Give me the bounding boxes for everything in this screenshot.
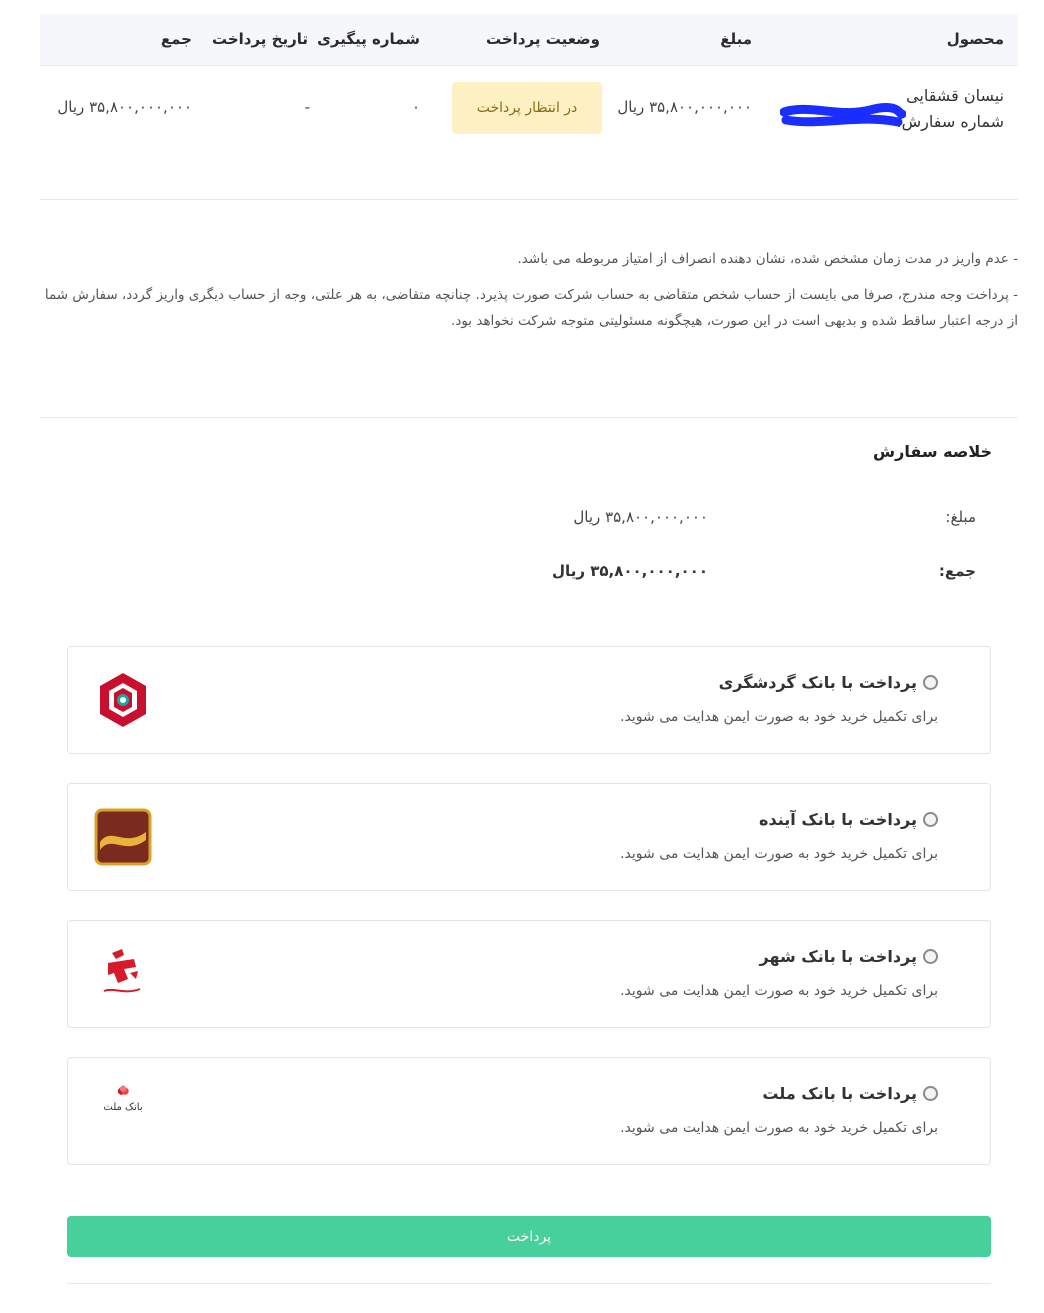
pay-button[interactable]: پرداخت (67, 1216, 991, 1257)
note-line: - پرداخت وجه مندرج، صرفا می بایست از حسا… (44, 287, 1018, 329)
bank-description: برای تکمیل خرید خود به صورت ایمن هدایت م… (620, 846, 938, 862)
header-total: جمع (160, 30, 192, 48)
status-badge: در انتظار پرداخت (452, 82, 602, 134)
bank-description: برای تکمیل خرید خود به صورت ایمن هدایت م… (620, 983, 938, 999)
mellat-logo-text: بانک ملت (103, 1102, 143, 1113)
bottom-divider (67, 1283, 991, 1284)
product-name: نیسان قشقایی (906, 86, 1004, 105)
shahr-logo-icon (103, 949, 141, 993)
order-number-label: شماره سفارش: (896, 112, 1004, 131)
bank-title-row[interactable]: پرداخت با بانک ملت (762, 1084, 938, 1103)
header-tracking: شماره پیگیری (317, 30, 420, 48)
summary-title: خلاصه سفارش (873, 442, 992, 461)
row-amount: ۳۵,۸۰۰,۰۰۰,۰۰۰ ریال (617, 98, 752, 116)
table-row: نیسان قشقایی شماره سفارش: ۳۵,۸۰۰,۰۰۰,۰۰۰… (40, 66, 1018, 200)
bank-title-row[interactable]: پرداخت با بانک گردشگری (719, 673, 938, 692)
redaction-scribble (780, 103, 906, 127)
radio-button[interactable] (923, 812, 938, 827)
row-total: ۳۵,۸۰۰,۰۰۰,۰۰۰ ریال (57, 98, 192, 116)
bank-title: پرداخت با بانک آینده (759, 810, 917, 829)
bank-option-ayandeh[interactable]: پرداخت با بانک آینده برای تکمیل خرید خود… (67, 783, 991, 891)
bank-title-row[interactable]: پرداخت با بانک آینده (759, 810, 938, 829)
radio-button[interactable] (923, 1086, 938, 1101)
summary-amount-value: ۳۵,۸۰۰,۰۰۰,۰۰۰ ریال (573, 508, 708, 526)
note-line: - عدم واریز در مدت زمان مشخص شده، نشان د… (517, 251, 1019, 267)
bank-description: برای تکمیل خرید خود به صورت ایمن هدایت م… (620, 1120, 938, 1136)
header-status: وضعیت پرداخت (485, 30, 600, 48)
bank-title: پرداخت با بانک ملت (762, 1084, 917, 1103)
radio-button[interactable] (923, 949, 938, 964)
order-summary: خلاصه سفارش مبلغ: ۳۵,۸۰۰,۰۰۰,۰۰۰ ریال جم… (40, 417, 1018, 617)
row-pay-date: - (304, 98, 310, 116)
payment-notes: - عدم واریز در مدت زمان مشخص شده، نشان د… (40, 246, 1018, 344)
summary-total-label: جمع: (938, 562, 976, 580)
row-tracking: ۰ (411, 98, 420, 116)
payment-page: محصول مبلغ وضعیت پرداخت شماره پیگیری تار… (0, 0, 1044, 1313)
bank-description: برای تکمیل خرید خود به صورت ایمن هدایت م… (620, 709, 938, 725)
ayandeh-logo-icon (94, 808, 152, 866)
bank-title: پرداخت با بانک شهر (759, 947, 917, 966)
summary-total-value: ۳۵,۸۰۰,۰۰۰,۰۰۰ ریال (552, 562, 708, 580)
bank-option-gardeshgari[interactable]: پرداخت با بانک گردشگری برای تکمیل خرید خ… (67, 646, 991, 754)
header-pay-date: تاریخ پرداخت (211, 30, 308, 48)
bank-option-mellat[interactable]: پرداخت با بانک ملت برای تکمیل خرید خود ب… (67, 1057, 991, 1165)
bank-option-shahr[interactable]: پرداخت با بانک شهر برای تکمیل خرید خود ب… (67, 920, 991, 1028)
summary-amount-label: مبلغ: (945, 508, 976, 526)
order-table-header: محصول مبلغ وضعیت پرداخت شماره پیگیری تار… (40, 14, 1018, 66)
header-product: محصول (946, 30, 1004, 48)
radio-button[interactable] (923, 675, 938, 690)
gardeshgari-logo-icon (100, 673, 146, 727)
header-amount: مبلغ (720, 30, 752, 48)
bank-title-row[interactable]: پرداخت با بانک شهر (759, 947, 938, 966)
bank-title: پرداخت با بانک گردشگری (718, 673, 917, 692)
